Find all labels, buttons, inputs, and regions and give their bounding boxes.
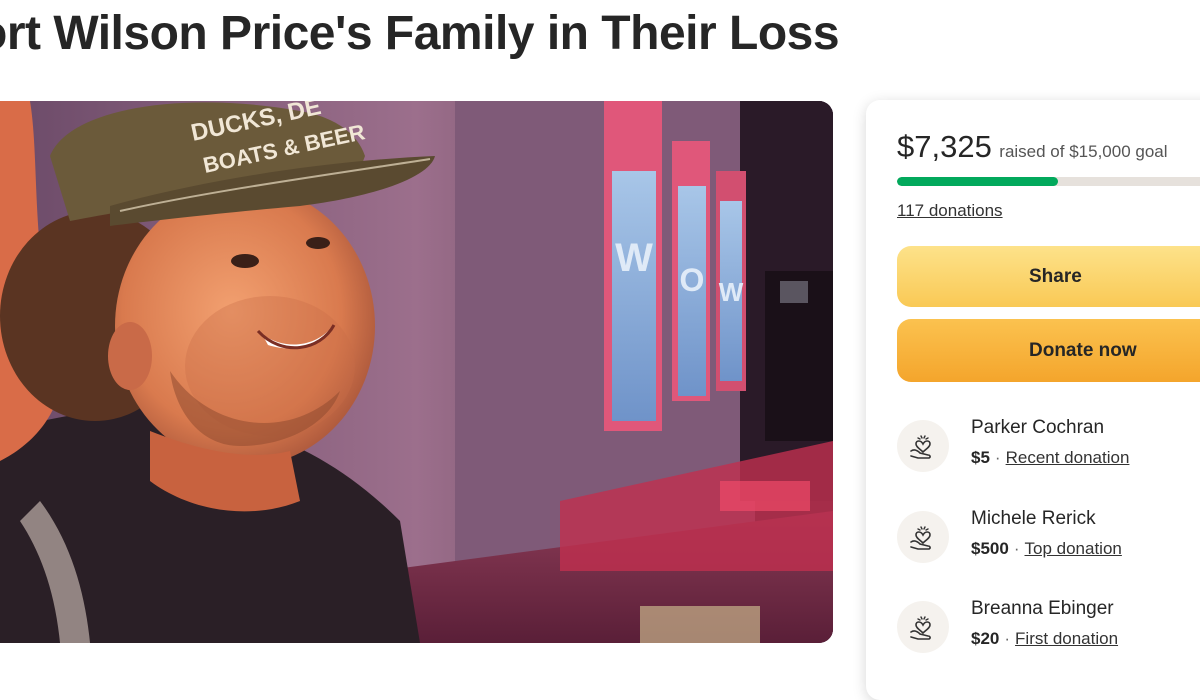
- donate-button-label: Donate now: [1029, 339, 1137, 361]
- donation-count-link[interactable]: 117 donations: [897, 201, 1003, 221]
- donor-item: Parker Cochran $5 · Recent donation: [897, 417, 1200, 477]
- donor-amount: $20: [971, 629, 1000, 648]
- page-title: ort Wilson Price's Family in Their Loss: [0, 7, 840, 60]
- heart-hand-icon: [897, 511, 949, 563]
- donor-separator: ·: [1013, 539, 1020, 558]
- campaign-photo[interactable]: W O W DUCKS, DE BOATS & BEER: [0, 101, 833, 643]
- donor-amount: $500: [971, 539, 1009, 558]
- campaign-photo-illustration: W O W DUCKS, DE BOATS & BEER: [0, 101, 833, 643]
- donor-meta: $5 · Recent donation: [971, 448, 1129, 468]
- share-button[interactable]: Share: [897, 246, 1200, 307]
- sign-letter-3: W: [719, 277, 744, 307]
- raised-amount: $7,325: [897, 129, 992, 164]
- donor-name: Breanna Ebinger: [971, 598, 1114, 619]
- raised-goal-text: raised of $15,000 goal: [999, 142, 1168, 161]
- donor-tag-link[interactable]: First donation: [1015, 629, 1118, 648]
- donor-meta: $500 · Top donation: [971, 539, 1122, 559]
- progress-bar: [897, 177, 1200, 186]
- donor-item: Michele Rerick $500 · Top donation: [897, 508, 1200, 568]
- donor-separator: ·: [994, 448, 1001, 467]
- heart-hand-icon: [897, 420, 949, 472]
- donor-name: Michele Rerick: [971, 508, 1096, 529]
- donor-separator: ·: [1004, 629, 1011, 648]
- raised-summary: $7,325 raised of $15,000 goal: [897, 129, 1168, 165]
- progress-bar-fill: [897, 177, 1059, 186]
- share-button-label: Share: [1029, 265, 1082, 287]
- donor-name: Parker Cochran: [971, 417, 1105, 438]
- donation-card: $7,325 raised of $15,000 goal 117 donati…: [866, 100, 1200, 700]
- donor-item: Breanna Ebinger $20 · First donation: [897, 598, 1200, 658]
- heart-hand-icon: [897, 601, 949, 653]
- donor-tag-link[interactable]: Recent donation: [1006, 448, 1130, 467]
- sign-letter-2: O: [680, 262, 705, 298]
- donor-meta: $20 · First donation: [971, 629, 1118, 649]
- donor-amount: $5: [971, 448, 990, 467]
- sign-letter-1: W: [615, 236, 653, 280]
- donor-tag-link[interactable]: Top donation: [1025, 539, 1122, 558]
- donate-now-button[interactable]: Donate now: [897, 319, 1200, 382]
